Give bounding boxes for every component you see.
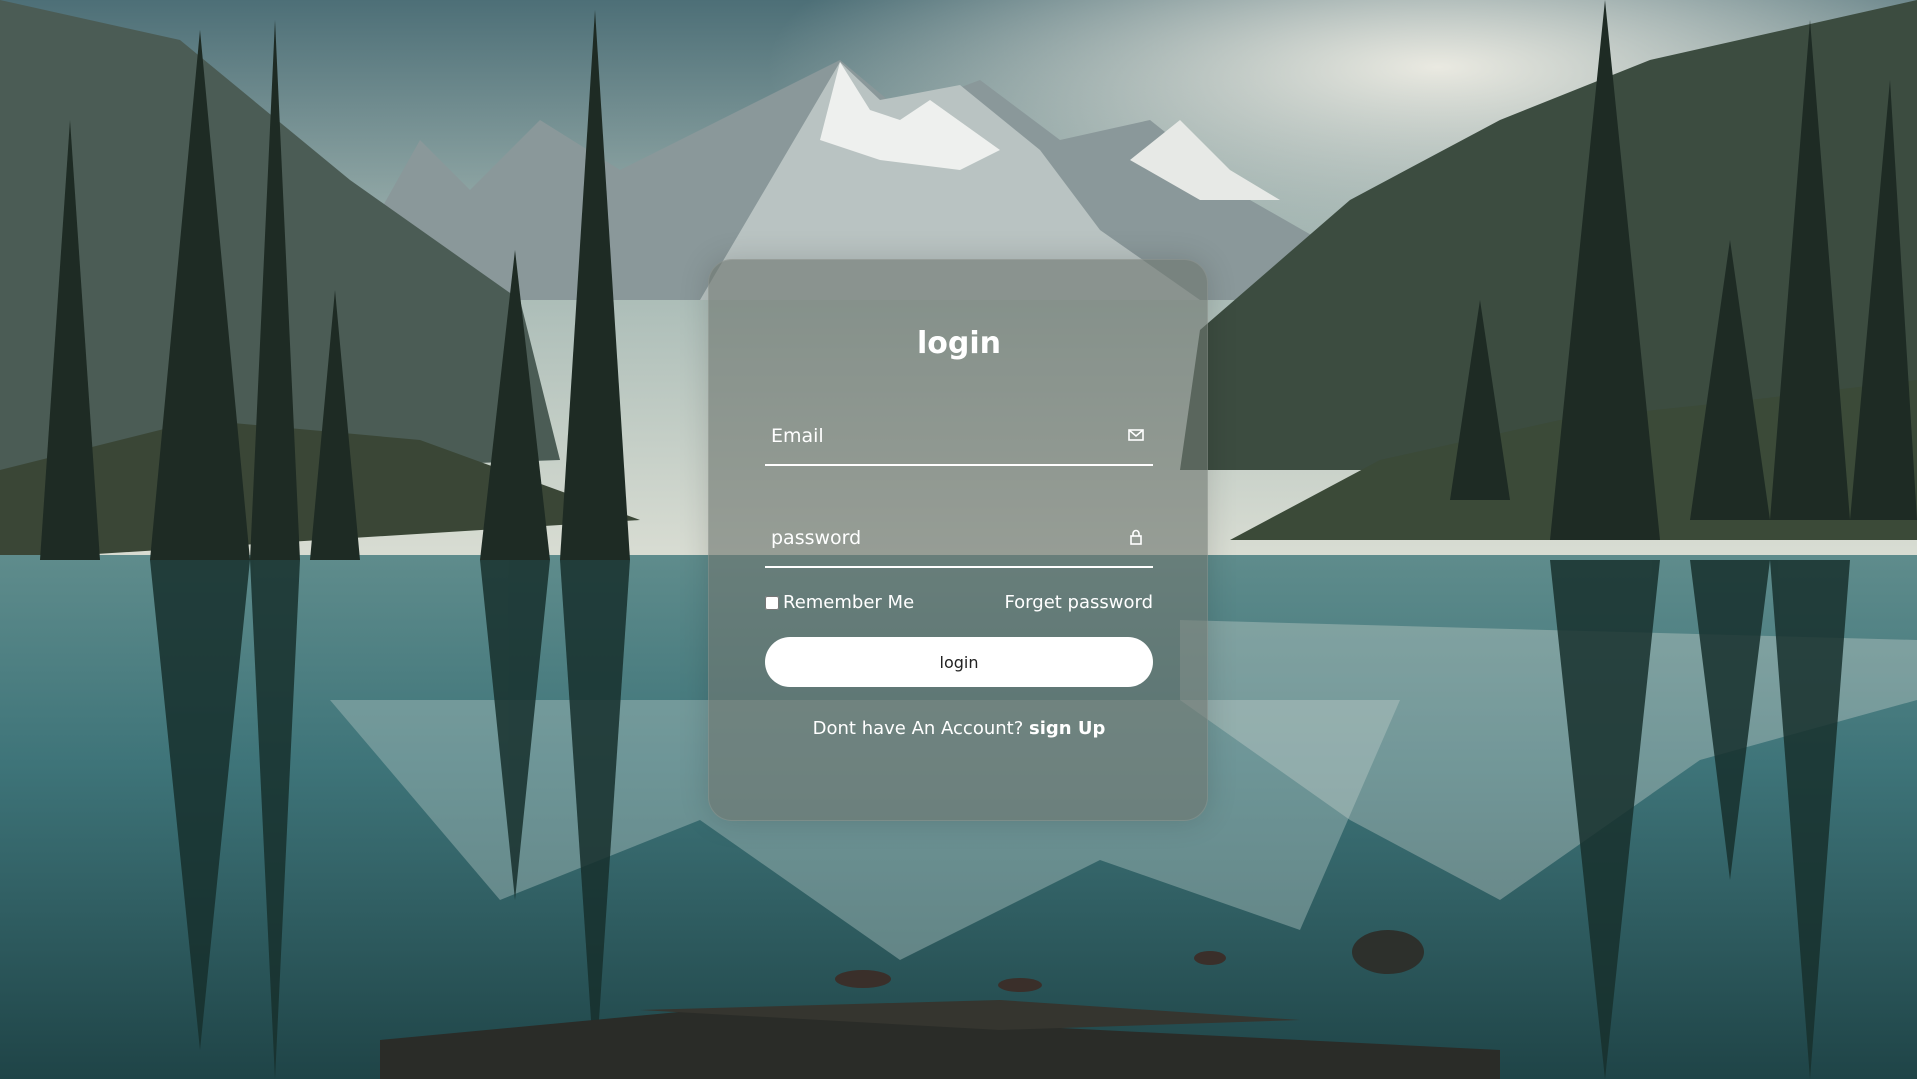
login-card: login Remember Me bbox=[708, 259, 1208, 821]
password-field-group bbox=[765, 510, 1153, 568]
lock-icon bbox=[1127, 528, 1145, 546]
signup-row: Dont have An Account? sign Up bbox=[709, 718, 1209, 739]
forgot-password-link[interactable]: Forget password bbox=[1004, 592, 1153, 613]
email-field-group bbox=[765, 408, 1153, 466]
login-button[interactable]: login bbox=[765, 637, 1153, 687]
envelope-icon bbox=[1127, 426, 1145, 444]
email-field[interactable] bbox=[765, 408, 1103, 464]
remember-me[interactable]: Remember Me bbox=[765, 592, 914, 613]
remember-me-label: Remember Me bbox=[783, 592, 915, 613]
login-page: login Remember Me bbox=[0, 0, 1917, 1079]
signup-link[interactable]: sign Up bbox=[1029, 718, 1105, 739]
login-title: login bbox=[916, 326, 1001, 361]
remember-me-checkbox[interactable] bbox=[765, 595, 779, 610]
signup-prompt: Dont have An Account? bbox=[812, 718, 1029, 739]
password-field[interactable] bbox=[765, 510, 1103, 566]
form-options-row: Remember Me Forget password bbox=[765, 592, 1153, 618]
